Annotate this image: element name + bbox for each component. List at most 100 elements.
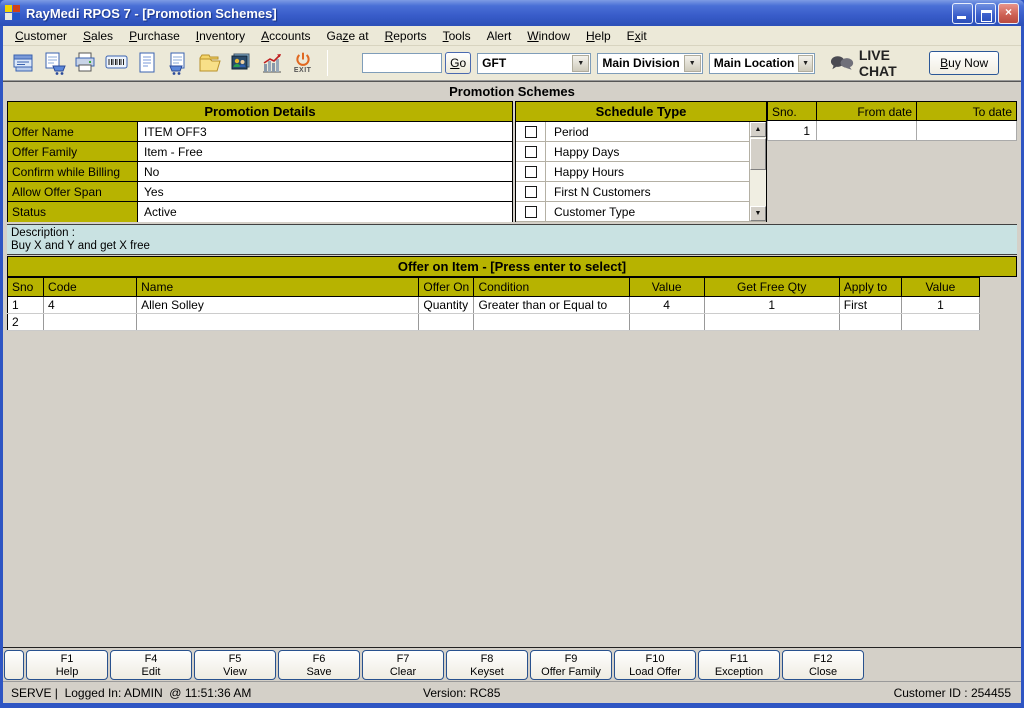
menu-item-inventory[interactable]: Inventory (188, 27, 253, 45)
menu-item-customer[interactable]: Customer (7, 27, 75, 45)
menu-item-exit[interactable]: Exit (619, 27, 655, 45)
description-text: Buy X and Y and get X free (11, 240, 150, 252)
app-logo-icon (5, 5, 21, 21)
schedule-col-to-date: To date (917, 101, 1017, 121)
menu-item-purchase[interactable]: Purchase (121, 27, 188, 45)
offer-col-value: Value (628, 277, 705, 297)
schedule-option-label: First N Customers (554, 184, 651, 199)
scroll-up-icon[interactable]: ▲ (750, 122, 766, 137)
customers-icon[interactable] (226, 48, 255, 78)
toolbar-separator (327, 50, 329, 76)
buy-now-button[interactable]: Buy Now (929, 51, 999, 75)
menu-item-reports[interactable]: Reports (377, 27, 435, 45)
schedule-checkbox-first-n-customers[interactable] (524, 185, 537, 198)
field-label: Confirm while Billing (8, 162, 138, 181)
promotion-details-header: Promotion Details (8, 102, 512, 122)
menu-item-alert[interactable]: Alert (479, 27, 520, 45)
schedule-option-label: Customer Type (554, 204, 636, 219)
live-chat-button[interactable]: LIVE CHAT (829, 47, 929, 79)
f9-offer-family-button[interactable]: F9 Offer Family (530, 650, 612, 680)
field-value-allow-offer-span[interactable]: Yes (138, 182, 512, 201)
field-value-status[interactable]: Active (138, 202, 512, 222)
offer-cell: 4 (629, 296, 705, 314)
purchase-cart-icon[interactable] (164, 48, 193, 78)
schedule-cell-sno[interactable]: 1 (767, 121, 817, 141)
f12-close-button[interactable]: F12 Close (782, 650, 864, 680)
scrollbar-thumb[interactable] (750, 138, 766, 170)
go-button[interactable]: Go (445, 52, 472, 74)
menu-item-tools[interactable]: Tools (435, 27, 479, 45)
schedule-option-row: Happy Hours (516, 162, 766, 182)
combo-value: GFT (482, 56, 507, 70)
schedule-checkbox-happy-days[interactable] (524, 145, 537, 158)
barcode-icon[interactable] (102, 48, 131, 78)
menu-item-window[interactable]: Window (519, 27, 578, 45)
combo-value: Main Division (602, 56, 680, 70)
schedule-checkbox-customer-type[interactable] (524, 205, 537, 218)
chart-icon[interactable] (257, 48, 286, 78)
search-input[interactable] (362, 53, 443, 73)
f7-clear-button[interactable]: F7 Clear (362, 650, 444, 680)
schedule-cell-to-date[interactable] (917, 121, 1017, 141)
menu-item-gaze-at[interactable]: Gaze at (319, 27, 377, 45)
exit-power-icon[interactable]: EXIT (288, 48, 317, 78)
description-label: Description : (11, 227, 75, 239)
offer-cell: 4 (43, 296, 138, 314)
location-combobox[interactable]: Main Location ▼ (708, 52, 815, 74)
detail-row: Offer Name ITEM OFF3 (8, 122, 512, 142)
schedule-checkbox-period[interactable] (524, 125, 537, 138)
minimize-button[interactable] (952, 2, 973, 24)
offer-col-offer-on: Offer On (418, 277, 475, 297)
schedule-option-label: Period (554, 124, 589, 139)
field-value-confirm-while-billing[interactable]: No (138, 162, 512, 181)
schedule-option-label: Happy Days (554, 144, 620, 159)
status-logged-in: SERVE | Logged In: ADMIN @ 11:51:36 AM (11, 686, 252, 700)
field-label: Status (8, 202, 138, 222)
printer-icon[interactable] (71, 48, 100, 78)
detail-row: Allow Offer Span Yes (8, 182, 512, 202)
offer-cell (901, 313, 981, 331)
field-label: Allow Offer Span (8, 182, 138, 201)
chevron-down-icon[interactable]: ▼ (798, 54, 813, 72)
live-chat-label: LIVE CHAT (858, 47, 897, 79)
division-combobox[interactable]: Main Division ▼ (597, 52, 703, 74)
chevron-down-icon[interactable]: ▼ (683, 54, 701, 72)
sales-cart-icon[interactable] (40, 48, 69, 78)
chevron-down-icon[interactable]: ▼ (572, 54, 590, 72)
schedule-cell-from-date[interactable] (817, 121, 917, 141)
scroll-down-icon[interactable]: ▼ (750, 206, 766, 221)
folder-icon[interactable] (195, 48, 224, 78)
menu-item-accounts[interactable]: Accounts (253, 27, 318, 45)
menu-item-sales[interactable]: Sales (75, 27, 121, 45)
restore-button[interactable] (975, 2, 996, 24)
schedule-checkbox-happy-hours[interactable] (524, 165, 537, 178)
fkey-blank-button[interactable] (4, 650, 24, 680)
offer-cell: Allen Solley (136, 296, 420, 314)
ledger-icon[interactable] (133, 48, 162, 78)
f5-view-button[interactable]: F5 View (194, 650, 276, 680)
offer-cell: 1 (704, 296, 840, 314)
schedule-type-panel: Schedule Type Period Happy Days Happy Hour… (515, 101, 767, 222)
f10-load-offer-button[interactable]: F10 Load Offer (614, 650, 696, 680)
offer-table-row[interactable]: 1 4 Allen Solley Quantity Greater than or Eq… (7, 296, 981, 314)
app-window: RayMedi RPOS 7 - [Promotion Schemes] × C… (0, 0, 1024, 708)
schedule-option-row: Period (516, 122, 766, 142)
billing-icon[interactable] (9, 48, 38, 78)
scheme-group-combobox[interactable]: GFT ▼ (477, 52, 592, 74)
promotion-details-panel: Promotion Details Offer Name ITEM OFF3 Off… (7, 101, 513, 222)
field-value-offer-family[interactable]: Item - Free (138, 142, 512, 161)
f11-exception-button[interactable]: F11 Exception (698, 650, 780, 680)
schedule-scrollbar[interactable]: ▲ ▼ (749, 122, 766, 221)
detail-row: Confirm while Billing No (8, 162, 512, 182)
chat-bubbles-icon (830, 56, 853, 70)
f1-help-button[interactable]: F1 Help (26, 650, 108, 680)
offer-table-row[interactable]: 2 (7, 313, 981, 331)
close-button[interactable]: × (998, 2, 1019, 24)
f4-edit-button[interactable]: F4 Edit (110, 650, 192, 680)
f8-keyset-button[interactable]: F8 Keyset (446, 650, 528, 680)
offer-cell (839, 313, 902, 331)
toolbar: EXIT Go GFT ▼ Main Division ▼ Main Locat… (3, 46, 1021, 81)
field-value-offer-name[interactable]: ITEM OFF3 (138, 122, 512, 141)
menu-item-help[interactable]: Help (578, 27, 619, 45)
f6-save-button[interactable]: F6 Save (278, 650, 360, 680)
